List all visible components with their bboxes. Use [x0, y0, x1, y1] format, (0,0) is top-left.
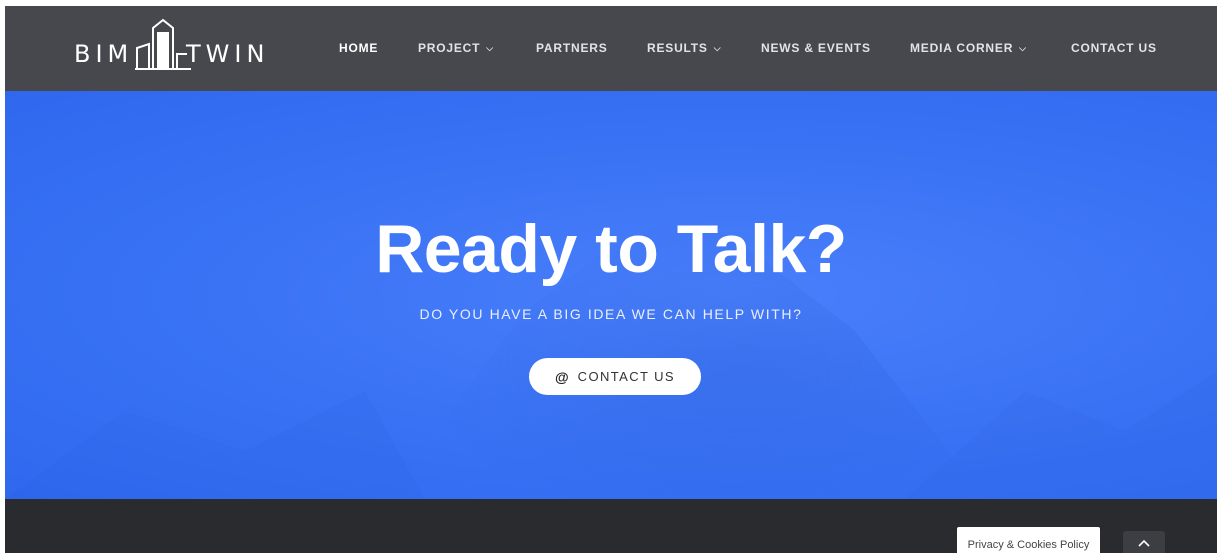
nav-label: NEWS & EVENTS — [761, 41, 871, 55]
chevron-down-icon: ⌵ — [1019, 43, 1027, 53]
hero-title: Ready to Talk? — [375, 211, 847, 287]
privacy-cookies-policy-button[interactable]: Privacy & Cookies Policy — [957, 527, 1100, 553]
chevron-down-icon: ⌵ — [486, 43, 494, 53]
contact-us-button[interactable]: @ CONTACT US — [529, 358, 701, 395]
privacy-cookies-policy-label: Privacy & Cookies Policy — [967, 539, 1090, 551]
back-to-top-button[interactable] — [1123, 531, 1165, 553]
nav-item-home[interactable]: HOME — [339, 39, 378, 57]
nav-label: PROJECT — [418, 41, 481, 55]
hero-banner: Ready to Talk? DO YOU HAVE A BIG IDEA WE… — [5, 91, 1217, 499]
nav-label: CONTACT US — [1071, 41, 1157, 55]
nav-item-partners[interactable]: PARTNERS — [536, 39, 608, 57]
hero-background-texture — [5, 211, 1217, 499]
nav-item-news-events[interactable]: NEWS & EVENTS — [761, 39, 871, 57]
nav-item-media-corner[interactable]: MEDIA CORNER ⌵ — [910, 39, 1027, 57]
nav-item-results[interactable]: RESULTS ⌵ — [647, 39, 721, 57]
nav-label: PARTNERS — [536, 41, 608, 55]
main-nav: HOME PROJECT ⌵ PARTNERS RESULTS ⌵ NEWS & E… — [5, 6, 1217, 91]
at-sign-icon: @ — [555, 368, 569, 385]
site-header: BIM TWIN HOME PROJECT ⌵ PARTNERS RESULTS… — [5, 6, 1217, 91]
nav-label: HOME — [339, 41, 379, 55]
chevron-up-icon — [1138, 539, 1150, 547]
page: BIM TWIN HOME PROJECT ⌵ PARTNERS RESULTS… — [0, 0, 1217, 553]
hero-subtitle: DO YOU HAVE A BIG IDEA WE CAN HELP WITH? — [419, 306, 803, 322]
contact-us-button-label: CONTACT US — [577, 369, 675, 384]
nav-item-contact-us[interactable]: CONTACT US — [1071, 39, 1157, 57]
nav-label: MEDIA CORNER — [910, 41, 1014, 55]
nav-label: RESULTS — [647, 41, 708, 55]
nav-item-project[interactable]: PROJECT ⌵ — [418, 39, 494, 57]
chevron-down-icon: ⌵ — [713, 43, 722, 53]
